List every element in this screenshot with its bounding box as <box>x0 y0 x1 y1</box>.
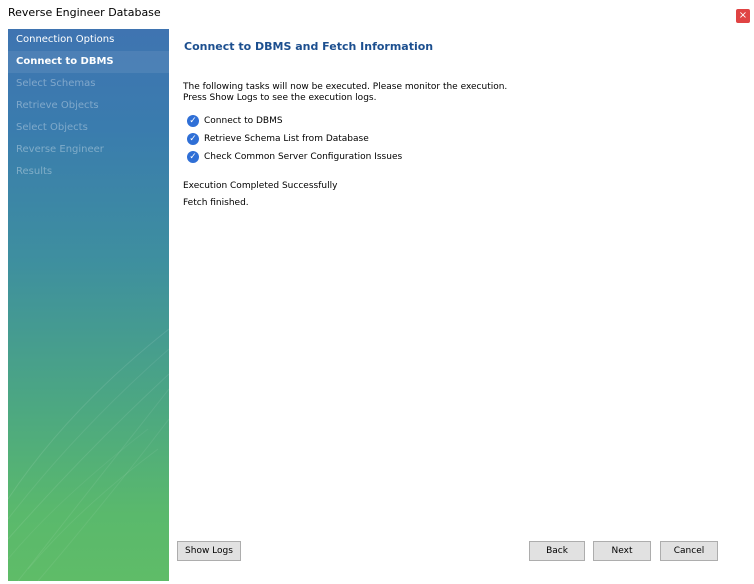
back-button[interactable]: Back <box>529 541 585 561</box>
task-item: ✓ Retrieve Schema List from Database <box>187 132 369 146</box>
sidebar-item-connection-options[interactable]: Connection Options <box>16 34 114 45</box>
sidebar-decoration <box>8 328 169 581</box>
page-title: Connect to DBMS and Fetch Information <box>184 40 434 53</box>
task-label: Retrieve Schema List from Database <box>204 134 369 144</box>
task-item: ✓ Connect to DBMS <box>187 114 283 128</box>
next-button[interactable]: Next <box>593 541 651 561</box>
sidebar-item-connect-to-dbms[interactable]: Connect to DBMS <box>16 56 114 67</box>
task-label: Connect to DBMS <box>204 116 283 126</box>
window-title: Reverse Engineer Database <box>8 6 161 19</box>
task-label: Check Common Server Configuration Issues <box>204 152 403 162</box>
check-circle-icon: ✓ <box>187 151 199 163</box>
title-bar: Reverse Engineer Database × <box>0 0 754 28</box>
execution-status: Execution Completed Successfully <box>183 181 338 191</box>
sidebar-item-reverse-engineer[interactable]: Reverse Engineer <box>16 144 104 155</box>
check-circle-icon: ✓ <box>187 133 199 145</box>
sidebar-item-select-objects[interactable]: Select Objects <box>16 122 88 133</box>
cancel-button[interactable]: Cancel <box>660 541 718 561</box>
sidebar-item-select-schemas[interactable]: Select Schemas <box>16 78 95 89</box>
check-circle-icon: ✓ <box>187 115 199 127</box>
wizard-sidebar: Connection Options Connect to DBMS Selec… <box>8 29 169 581</box>
intro-line-1: The following tasks will now be executed… <box>183 82 508 92</box>
show-logs-button[interactable]: Show Logs <box>177 541 241 561</box>
intro-text: The following tasks will now be executed… <box>183 82 603 104</box>
reverse-engineer-window: Reverse Engineer Database × Connection O… <box>0 0 754 584</box>
intro-line-2: Press Show Logs to see the execution log… <box>183 93 377 103</box>
task-item: ✓ Check Common Server Configuration Issu… <box>187 150 402 164</box>
fetch-status: Fetch finished. <box>183 198 249 208</box>
close-icon[interactable]: × <box>736 9 750 23</box>
sidebar-item-retrieve-objects[interactable]: Retrieve Objects <box>16 100 99 111</box>
sidebar-item-results[interactable]: Results <box>16 166 52 177</box>
